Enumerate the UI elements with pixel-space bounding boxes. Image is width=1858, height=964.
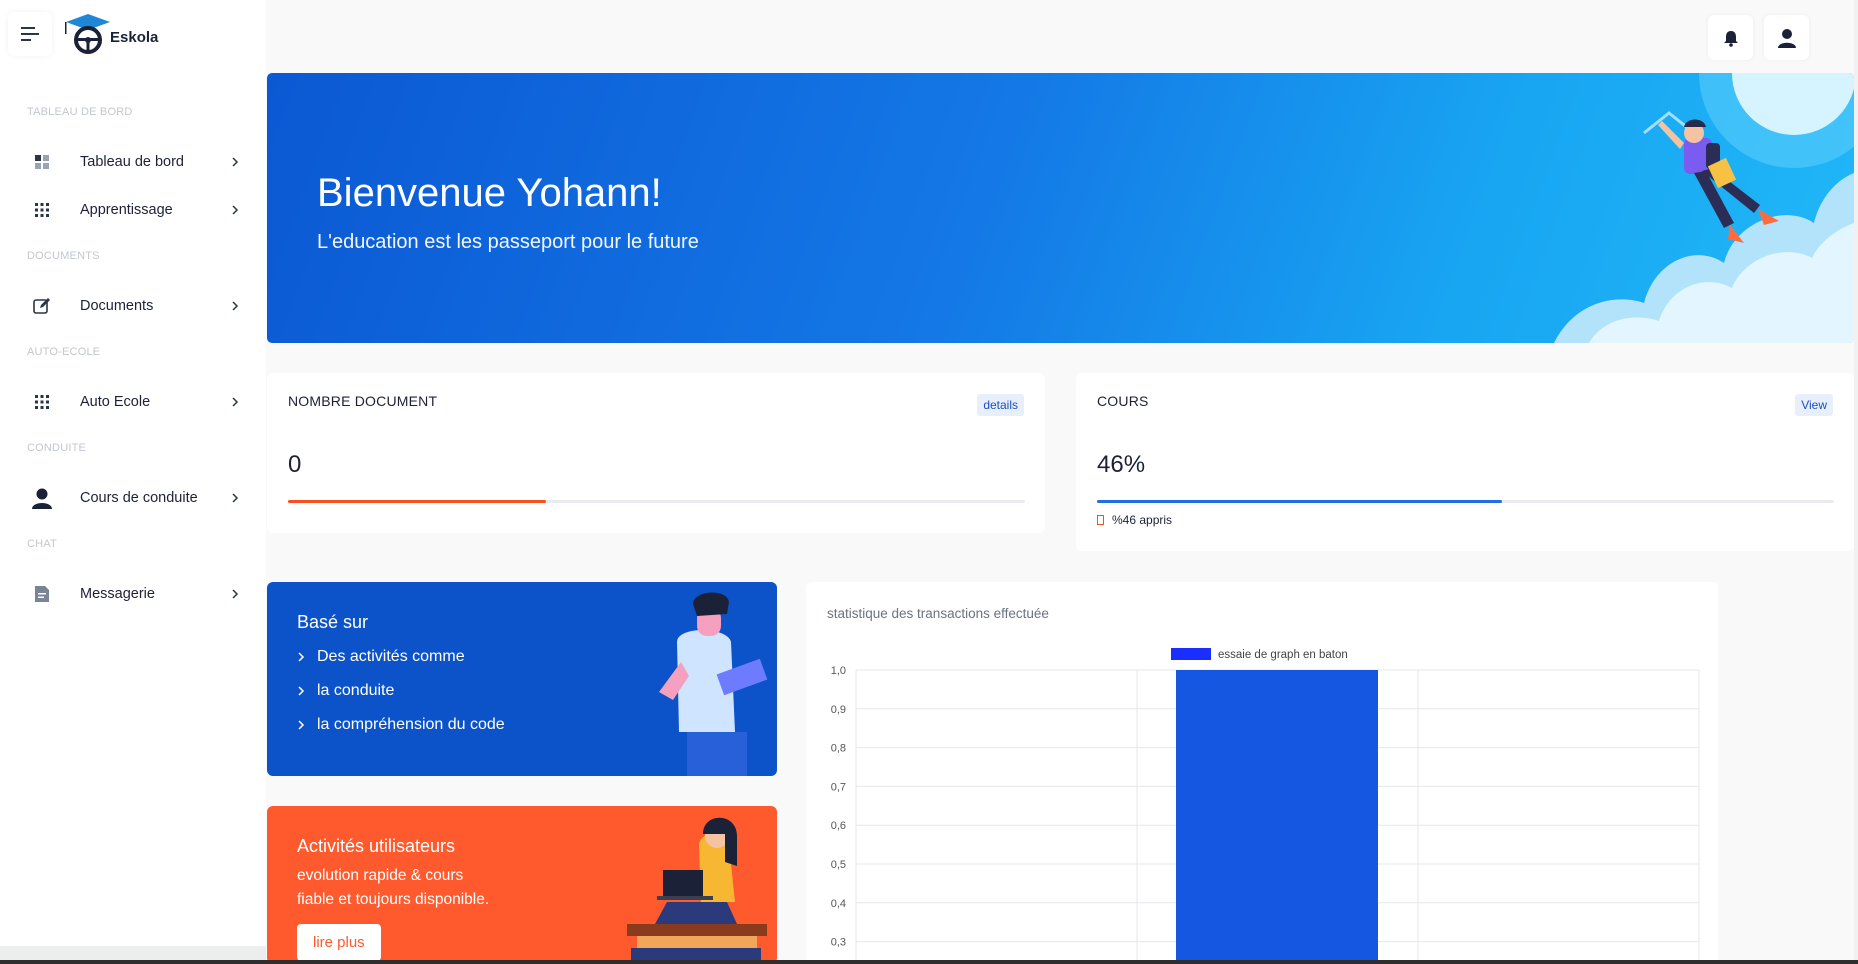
document-icon xyxy=(22,585,62,603)
list-item-text: Des activités comme xyxy=(317,648,465,665)
sidebar-item-apprentissage[interactable]: Apprentissage xyxy=(22,190,242,230)
section-title-auto-ecole: AUTO-ECOLE xyxy=(27,346,101,358)
lire-plus-button[interactable]: lire plus xyxy=(297,924,381,961)
sidebar-item-label: Documents xyxy=(80,298,154,314)
y-tick-label: 0,6 xyxy=(831,820,846,832)
user-icon xyxy=(1777,28,1796,48)
menu-toggle-button[interactable] xyxy=(8,12,52,56)
list-item-text: la conduite xyxy=(317,682,395,699)
sidebar-item-label: Messagerie xyxy=(80,586,155,602)
base-sur-title: Basé sur xyxy=(297,612,369,632)
y-tick-label: 0,5 xyxy=(831,859,846,871)
chevron-right-icon xyxy=(228,397,242,407)
page-scrollbar[interactable] xyxy=(1854,0,1858,964)
flying-student-illustration xyxy=(1554,73,1854,343)
brand-name: Eskola xyxy=(110,29,159,46)
view-button[interactable]: View xyxy=(1795,394,1833,416)
welcome-banner: Bienvenue Yohann! L'education est les pa… xyxy=(267,73,1854,343)
welcome-subtitle: L'education est les passeport pour le fu… xyxy=(317,231,699,253)
sidebar-item-label: Tableau de bord xyxy=(80,154,184,170)
legend-label: essaie de graph en baton xyxy=(1218,649,1348,661)
section-title-conduite: CONDUITE xyxy=(27,442,87,454)
cours-note: %46 appris xyxy=(1097,513,1172,527)
activites-card: Activités utilisateurs evolution rapide … xyxy=(267,806,777,964)
sidebar-item-documents[interactable]: Documents xyxy=(22,286,242,326)
y-tick-label: 0,4 xyxy=(831,898,846,910)
list-item: Des activités comme xyxy=(297,640,505,674)
chevron-right-icon xyxy=(228,157,242,167)
chevron-right-icon xyxy=(228,589,242,599)
sidebar: Eskola TABLEAU DE BORD Tableau de bord A… xyxy=(0,0,266,964)
card-title: COURS xyxy=(1097,393,1149,409)
documents-count-value: 0 xyxy=(288,451,302,478)
logo-icon xyxy=(65,14,110,54)
y-tick-label: 1,0 xyxy=(831,665,846,677)
documents-count-card: NOMBRE DOCUMENT details 0 xyxy=(267,373,1045,533)
section-title-tableau: TABLEAU DE BORD xyxy=(27,106,133,118)
cours-note-text: %46 appris xyxy=(1112,513,1173,527)
activites-title: Activités utilisateurs xyxy=(297,836,456,856)
activites-text: evolution rapide & cours fiable et toujo… xyxy=(297,864,489,912)
bar-chart: 1,0 0,9 0,8 0,7 0,6 0,5 0,4 0,3 essaie de graph … xyxy=(831,648,1700,964)
edit-icon xyxy=(22,297,62,315)
sidebar-header: Eskola xyxy=(0,0,266,74)
dashboard-icon xyxy=(22,154,62,170)
profile-button[interactable] xyxy=(1764,15,1809,60)
sidebar-item-messagerie[interactable]: Messagerie xyxy=(22,574,242,614)
user-icon xyxy=(22,487,62,509)
cours-progress-value: 46% xyxy=(1097,451,1146,478)
section-title-documents: DOCUMENTS xyxy=(27,250,100,262)
section-title-chat: CHAT xyxy=(27,538,57,550)
hamburger-icon xyxy=(21,27,39,41)
documents-progress-track xyxy=(288,500,1025,503)
chevron-right-icon xyxy=(298,686,305,696)
legend-swatch xyxy=(1171,648,1211,660)
y-tick-label: 0,7 xyxy=(831,781,846,793)
card-title: NOMBRE DOCUMENT xyxy=(288,393,438,409)
cours-progress-fill xyxy=(1097,500,1503,503)
welcome-title: Bienvenue Yohann! xyxy=(317,171,662,215)
grid-icon xyxy=(22,394,62,410)
activites-line: evolution rapide & cours xyxy=(297,867,464,884)
chart-bar xyxy=(1176,670,1378,964)
cours-card: COURS View 46% %46 appris xyxy=(1076,373,1854,551)
base-sur-list: Des activités comme la conduite la compr… xyxy=(297,640,505,742)
list-item: la compréhension du code xyxy=(297,708,505,742)
documents-progress-fill xyxy=(288,500,546,503)
chevron-right-icon xyxy=(228,301,242,311)
chevron-right-icon xyxy=(228,493,242,503)
sidebar-item-label: Apprentissage xyxy=(80,202,173,218)
student-reading-illustration xyxy=(659,592,768,776)
window-bottom-edge xyxy=(0,960,1858,964)
list-item-text: la compréhension du code xyxy=(317,716,505,733)
bookmark-icon xyxy=(1097,515,1104,525)
y-tick-label: 0,3 xyxy=(831,937,846,949)
chart-card: statistique des transactions effectuée 1… xyxy=(806,582,1718,964)
sidebar-item-cours-de-conduite[interactable]: Cours de conduite xyxy=(22,478,242,518)
sidebar-item-auto-ecole[interactable]: Auto Ecole xyxy=(22,382,242,422)
y-tick-label: 0,8 xyxy=(831,743,846,755)
cours-progress-track xyxy=(1097,500,1834,503)
sidebar-item-label: Cours de conduite xyxy=(80,490,198,506)
sidebar-item-label: Auto Ecole xyxy=(80,394,151,410)
chevron-right-icon xyxy=(228,205,242,215)
bell-icon xyxy=(1723,30,1738,47)
chevron-right-icon xyxy=(298,652,305,662)
details-button[interactable]: details xyxy=(977,394,1024,416)
notifications-button[interactable] xyxy=(1708,15,1753,60)
list-item: la conduite xyxy=(297,674,505,708)
woman-laptop-illustration xyxy=(627,817,767,964)
grid-icon xyxy=(22,202,62,218)
activites-line: fiable et toujours disponible. xyxy=(297,891,490,908)
chevron-right-icon xyxy=(298,720,305,730)
y-tick-label: 0,9 xyxy=(831,704,846,716)
base-sur-card: Basé sur Des activités comme la conduite… xyxy=(267,582,777,776)
sidebar-item-tableau-de-bord[interactable]: Tableau de bord xyxy=(22,142,242,182)
